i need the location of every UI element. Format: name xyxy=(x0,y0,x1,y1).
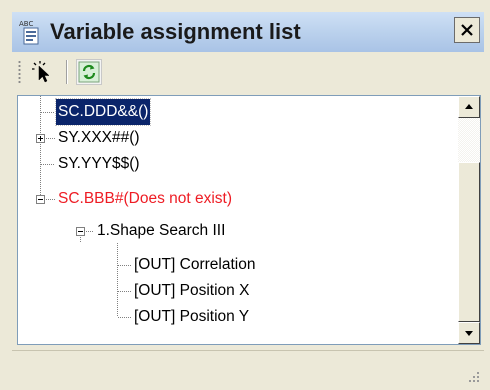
variable-assignment-window: ABC Variable assignment list SC.DDD&&() … xyxy=(0,0,490,390)
scroll-thumb[interactable] xyxy=(458,162,480,322)
toolbar-grip[interactable] xyxy=(18,60,21,84)
scroll-down-button[interactable] xyxy=(458,322,480,344)
svg-text:ABC: ABC xyxy=(19,20,33,28)
tree-item-label: 1.Shape Search III xyxy=(97,222,226,239)
tree-item-label: SC.BBB#(Does not exist) xyxy=(58,190,233,207)
variable-list-icon: ABC xyxy=(18,18,44,46)
toolbar-separator xyxy=(66,60,68,84)
tree-item[interactable]: SC.DDD&&() xyxy=(18,98,448,126)
tree-item[interactable]: [OUT] Correlation xyxy=(18,252,448,278)
tree-item-label: [OUT] Position X xyxy=(134,282,250,299)
scroll-up-button[interactable] xyxy=(458,96,480,118)
close-icon xyxy=(461,24,473,36)
status-bar xyxy=(12,350,484,387)
tree-item-label: SY.YYY$$() xyxy=(58,155,140,172)
tree-item-label: SY.XXX##() xyxy=(58,129,140,146)
toolbar xyxy=(12,54,484,90)
refresh-button[interactable] xyxy=(76,59,102,85)
title-bar[interactable]: ABC Variable assignment list xyxy=(12,12,484,52)
tree-item[interactable]: SY.YYY$$() xyxy=(18,151,448,177)
tree-item[interactable]: SC.BBB#(Does not exist) xyxy=(18,186,448,212)
close-button[interactable] xyxy=(454,17,480,43)
variable-tree[interactable]: SC.DDD&&() SY.XXX##() SY.YYY$$() SC.BBB#… xyxy=(17,95,481,345)
tree-item[interactable]: [OUT] Position Y xyxy=(18,304,448,330)
arrow-down-icon xyxy=(465,331,473,336)
tree-item[interactable]: SY.XXX##() xyxy=(18,125,448,151)
window-title: Variable assignment list xyxy=(50,19,301,44)
select-tool-button[interactable] xyxy=(30,59,56,85)
arrow-up-icon xyxy=(465,104,473,109)
resize-grip-icon[interactable] xyxy=(466,369,480,383)
tree-item[interactable]: 1.Shape Search III xyxy=(18,218,448,244)
tree-item-label: [OUT] Position Y xyxy=(134,308,250,325)
refresh-icon xyxy=(78,61,100,83)
tree-item-label: SC.DDD&&() xyxy=(54,98,152,126)
cursor-sparkle-icon xyxy=(32,61,50,83)
vertical-scrollbar[interactable] xyxy=(458,96,480,344)
tree-item-label: [OUT] Correlation xyxy=(134,256,256,273)
tree-item[interactable]: [OUT] Position X xyxy=(18,278,448,304)
